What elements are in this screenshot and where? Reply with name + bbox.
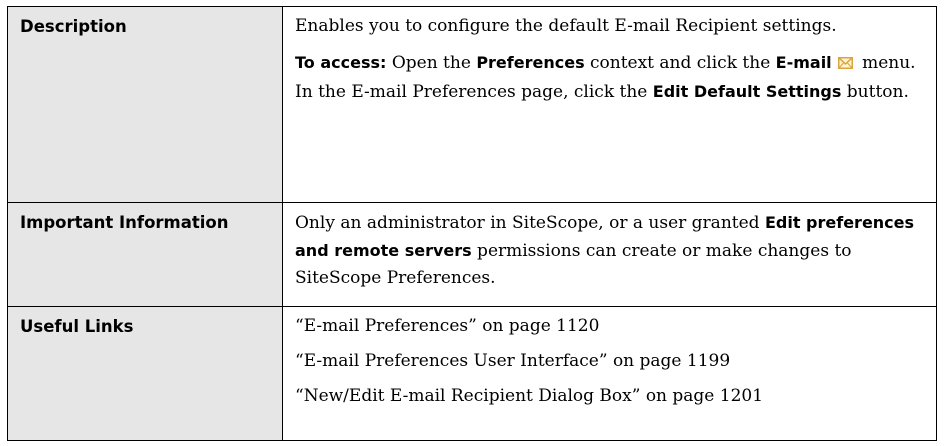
edit-default-settings-name: Edit Default Settings	[652, 82, 842, 101]
envelope-icon	[837, 51, 853, 78]
table-row-description: Description Enables you to configure the…	[7, 6, 937, 203]
description-text: Enables you to configure the default E-m…	[295, 16, 837, 36]
important-text: Only an administrator in SiteScope, or a…	[295, 209, 926, 292]
description-content: Enables you to configure the default E-m…	[282, 6, 937, 203]
important-text-1: Only an administrator in SiteScope, or a…	[295, 213, 765, 233]
table-row-links: Useful Links “E-mail Preferences” on pag…	[7, 306, 937, 441]
description-label: Description	[7, 6, 283, 203]
useful-links-label: Useful Links	[7, 306, 283, 441]
access-text-1: Open the	[386, 53, 477, 73]
access-text-4: button.	[841, 82, 909, 102]
important-content: Only an administrator in SiteScope, or a…	[282, 202, 937, 307]
access-intro: To access:	[295, 53, 387, 72]
email-menu-name: E-mail	[775, 53, 832, 72]
table-row-important: Important Information Only an administra…	[7, 202, 937, 307]
preferences-context-name: Preferences	[476, 53, 585, 72]
important-label: Important Information	[7, 202, 283, 307]
link-new-edit-recipient-dialog[interactable]: “New/Edit E-mail Recipient Dialog Box” o…	[295, 383, 926, 410]
info-table: Description Enables you to configure the…	[7, 6, 937, 441]
useful-links-content: “E-mail Preferences” on page 1120 “E-mai…	[282, 306, 937, 441]
access-text-2: context and click the	[584, 53, 776, 73]
link-email-preferences[interactable]: “E-mail Preferences” on page 1120	[295, 313, 926, 340]
access-instructions: To access: Open the Preferences context …	[295, 49, 926, 106]
link-email-preferences-ui[interactable]: “E-mail Preferences User Interface” on p…	[295, 348, 926, 375]
